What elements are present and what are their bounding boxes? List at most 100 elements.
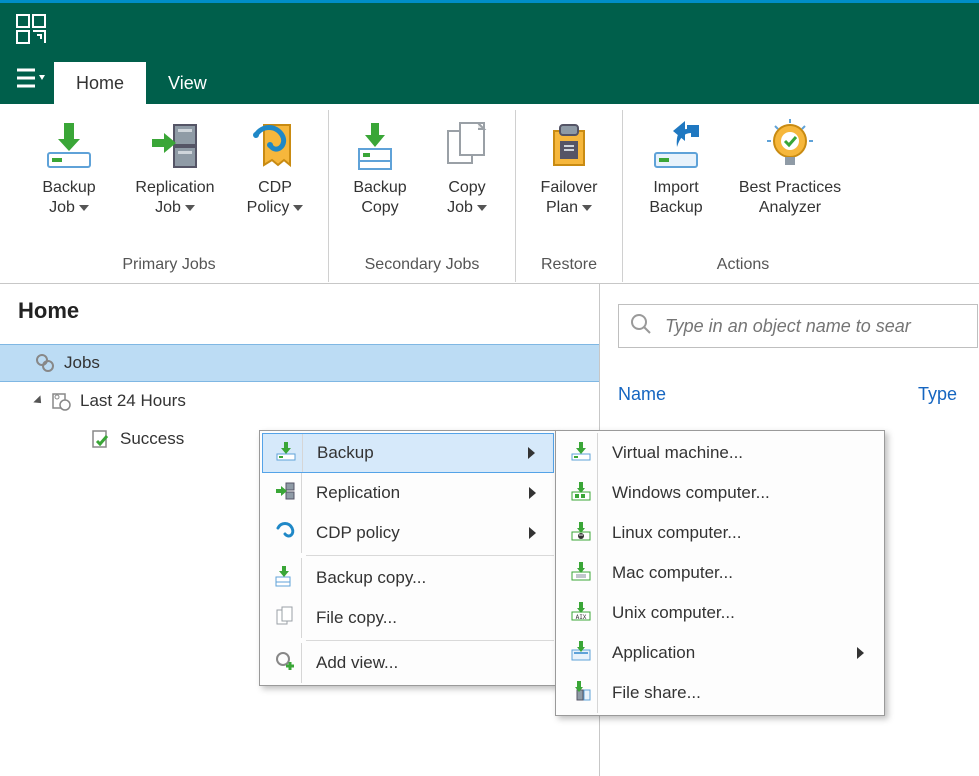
copy-job-icon <box>438 114 496 178</box>
submenu-arrow-icon <box>528 447 535 459</box>
column-header-name[interactable]: Name <box>618 384 918 405</box>
submenu-item-mac-computer[interactable]: Mac computer... <box>558 553 882 593</box>
ribbon-label: Failover <box>541 178 598 198</box>
search-input[interactable] <box>663 315 967 338</box>
tab-strip: Home View <box>0 54 979 104</box>
search-box[interactable] <box>618 304 978 348</box>
import-backup-icon <box>647 114 705 178</box>
app-logo-icon <box>14 12 48 46</box>
context-menu-item-backup[interactable]: Backup <box>262 433 554 473</box>
app-menu-button[interactable] <box>8 58 54 98</box>
success-icon <box>90 428 112 450</box>
replication-job-icon <box>146 114 204 178</box>
ribbon-group-secondary-jobs: Backup Copy Copy Job Secondary Jobs <box>329 110 516 282</box>
add-view-icon <box>274 650 296 677</box>
ribbon-label: Job <box>155 198 181 218</box>
backup-icon <box>275 440 297 467</box>
submenu-label: Mac computer... <box>612 563 864 583</box>
ribbon-label: Analyzer <box>759 198 821 218</box>
ribbon-label: Job <box>49 198 75 218</box>
backup-copy-button[interactable]: Backup Copy <box>337 110 423 222</box>
submenu-arrow-icon <box>857 647 864 659</box>
best-practices-analyzer-button[interactable]: Best Practices Analyzer <box>725 110 855 222</box>
ribbon-label: Backup <box>649 198 702 218</box>
tree-item-jobs[interactable]: Jobs <box>0 344 599 382</box>
ribbon-group-primary-jobs: Backup Job Replication Job CDP Policy Pr… <box>10 110 329 282</box>
submenu-item-file-share[interactable]: File share... <box>558 673 882 713</box>
ribbon-group-label: Actions <box>631 250 855 282</box>
title-bar <box>0 0 979 54</box>
copy-job-button[interactable]: Copy Job <box>427 110 507 222</box>
submenu-label: Linux computer... <box>612 523 864 543</box>
jobs-context-menu: Backup Replication CDP policy Backup cop… <box>259 430 557 686</box>
ribbon-label: Replication <box>135 178 214 198</box>
mac-backup-icon <box>570 560 592 587</box>
jobs-icon <box>34 352 56 374</box>
context-menu-label: Add view... <box>316 653 536 673</box>
context-menu-label: Backup copy... <box>316 568 536 588</box>
import-backup-button[interactable]: Import Backup <box>631 110 721 222</box>
context-menu-item-add-view[interactable]: Add view... <box>262 643 554 683</box>
ribbon-label: CDP <box>258 178 292 198</box>
ribbon-label: Backup <box>42 178 95 198</box>
tree-item-last-24-hours[interactable]: Last 24 Hours <box>0 382 599 420</box>
submenu-item-virtual-machine[interactable]: Virtual machine... <box>558 433 882 473</box>
tree-expander-icon[interactable] <box>33 395 44 406</box>
ribbon-label: Copy <box>448 178 485 198</box>
cdp-icon <box>274 520 296 547</box>
menu-separator <box>306 640 554 641</box>
application-backup-icon <box>570 640 592 667</box>
column-header-type[interactable]: Type <box>918 384 957 405</box>
tab-view[interactable]: View <box>146 62 229 104</box>
tree-item-label: Last 24 Hours <box>80 391 186 411</box>
search-icon <box>629 312 653 340</box>
submenu-item-application[interactable]: Application <box>558 633 882 673</box>
ribbon-label: Best Practices <box>739 178 841 198</box>
context-menu-item-cdp-policy[interactable]: CDP policy <box>262 513 554 553</box>
file-share-backup-icon <box>570 680 592 707</box>
ribbon-label: Backup <box>353 178 406 198</box>
submenu-label: File share... <box>612 683 864 703</box>
chevron-down-icon <box>79 205 89 211</box>
submenu-item-unix-computer[interactable]: AIX Unix computer... <box>558 593 882 633</box>
chevron-down-icon <box>185 205 195 211</box>
ribbon: Backup Job Replication Job CDP Policy Pr… <box>0 104 979 284</box>
linux-backup-icon <box>570 520 592 547</box>
ribbon-label: Plan <box>546 198 578 218</box>
tab-home[interactable]: Home <box>54 62 146 104</box>
chevron-down-icon <box>477 205 487 211</box>
ribbon-group-label: Secondary Jobs <box>337 250 507 282</box>
clock-jobs-icon <box>50 390 72 412</box>
replication-icon <box>274 480 296 507</box>
submenu-label: Windows computer... <box>612 483 864 503</box>
submenu-arrow-icon <box>529 487 536 499</box>
backup-job-button[interactable]: Backup Job <box>18 110 120 222</box>
ribbon-group-label: Primary Jobs <box>18 250 320 282</box>
ribbon-label: Import <box>653 178 698 198</box>
tree-item-label: Success <box>120 429 184 449</box>
ribbon-label: Job <box>447 198 473 218</box>
best-practices-analyzer-icon <box>761 114 819 178</box>
submenu-label: Unix computer... <box>612 603 864 623</box>
context-menu-label: Backup <box>317 443 514 463</box>
sidebar-title: Home <box>0 298 599 344</box>
tree-item-label: Jobs <box>64 353 100 373</box>
menu-separator <box>306 555 554 556</box>
unix-backup-icon: AIX <box>570 600 592 627</box>
failover-plan-button[interactable]: Failover Plan <box>524 110 614 222</box>
submenu-item-windows-computer[interactable]: Windows computer... <box>558 473 882 513</box>
file-copy-icon <box>274 605 296 632</box>
context-menu-item-backup-copy[interactable]: Backup copy... <box>262 558 554 598</box>
cdp-policy-button[interactable]: CDP Policy <box>230 110 320 222</box>
context-menu-label: CDP policy <box>316 523 515 543</box>
submenu-arrow-icon <box>529 527 536 539</box>
replication-job-button[interactable]: Replication Job <box>124 110 226 222</box>
ribbon-label: Policy <box>247 198 290 218</box>
context-menu-item-file-copy[interactable]: File copy... <box>262 598 554 638</box>
failover-plan-icon <box>540 114 598 178</box>
context-menu-item-replication[interactable]: Replication <box>262 473 554 513</box>
cdp-policy-icon <box>246 114 304 178</box>
context-menu-label: File copy... <box>316 608 536 628</box>
submenu-item-linux-computer[interactable]: Linux computer... <box>558 513 882 553</box>
chevron-down-icon <box>582 205 592 211</box>
